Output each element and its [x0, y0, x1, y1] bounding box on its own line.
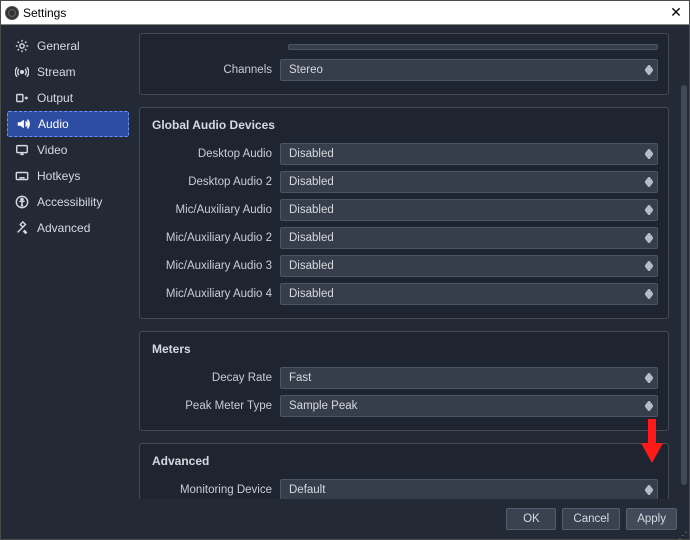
accessibility-icon — [15, 195, 29, 209]
mic1-label: Mic/Auxiliary Audio — [150, 204, 280, 216]
select-value: Disabled — [289, 204, 334, 216]
speaker-icon — [16, 117, 30, 131]
broadcast-icon — [15, 65, 29, 79]
spinner-icon — [641, 256, 657, 276]
sidebar-item-label: Output — [37, 91, 73, 105]
gear-icon — [15, 39, 29, 53]
mic1-select[interactable]: Disabled — [280, 199, 658, 221]
spinner-icon — [641, 172, 657, 192]
settings-window: Settings ✕ General Stream Output Audio — [0, 0, 690, 540]
desktop-audio2-select[interactable]: Disabled — [280, 171, 658, 193]
spinner-icon — [641, 60, 657, 80]
select-value: Fast — [289, 372, 311, 384]
apply-button[interactable]: Apply — [626, 508, 677, 530]
panel-global-audio: Global Audio Devices Desktop Audio Disabl… — [139, 107, 669, 319]
sidebar-item-label: Accessibility — [37, 195, 102, 209]
desktop-audio-label: Desktop Audio — [150, 148, 280, 160]
sidebar-item-general[interactable]: General — [7, 33, 129, 59]
select-value: Disabled — [289, 176, 334, 188]
sidebar-item-label: Video — [37, 143, 67, 157]
panel-header: Meters — [140, 332, 668, 364]
sidebar-item-advanced[interactable]: Advanced — [7, 215, 129, 241]
scrollbar[interactable] — [681, 85, 687, 485]
sidebar-item-hotkeys[interactable]: Hotkeys — [7, 163, 129, 189]
panel-advanced: Advanced Monitoring DeviceDefault Disabl… — [139, 443, 669, 499]
monitor-icon — [15, 143, 29, 157]
cropped-field — [288, 44, 658, 50]
select-value: Sample Peak — [289, 400, 357, 412]
mic3-select[interactable]: Disabled — [280, 255, 658, 277]
mic2-select[interactable]: Disabled — [280, 227, 658, 249]
cancel-button[interactable]: Cancel — [562, 508, 620, 530]
spinner-icon — [641, 144, 657, 164]
monitoring-label: Monitoring Device — [150, 484, 280, 496]
select-value: Disabled — [289, 148, 334, 160]
desktop-audio-select[interactable]: Disabled — [280, 143, 658, 165]
keyboard-icon — [15, 169, 29, 183]
panel-header: Advanced — [140, 444, 668, 476]
select-value: Disabled — [289, 288, 334, 300]
output-icon — [15, 91, 29, 105]
content-scroll[interactable]: Channels Stereo Global Audio Devices Des… — [135, 25, 677, 499]
mic3-label: Mic/Auxiliary Audio 3 — [150, 260, 280, 272]
monitoring-select[interactable]: Default — [280, 479, 658, 499]
titlebar: Settings ✕ — [1, 1, 689, 25]
select-value: Disabled — [289, 232, 334, 244]
tools-icon — [15, 221, 29, 235]
spinner-icon — [641, 200, 657, 220]
panel-meters: Meters Decay Rate Fast Peak Meter Type Sam… — [139, 331, 669, 431]
channels-select[interactable]: Stereo — [280, 59, 658, 81]
mic4-label: Mic/Auxiliary Audio 4 — [150, 288, 280, 300]
spinner-icon — [641, 228, 657, 248]
spinner-icon — [641, 396, 657, 416]
decay-rate-label: Decay Rate — [150, 372, 280, 384]
resize-grip-icon: ⋰ — [679, 530, 689, 540]
panel-header: Global Audio Devices — [140, 108, 668, 140]
window-title: Settings — [23, 6, 667, 20]
close-icon[interactable]: ✕ — [667, 4, 685, 21]
spinner-icon — [641, 480, 657, 499]
select-value: Disabled — [289, 260, 334, 272]
peak-type-select[interactable]: Sample Peak — [280, 395, 658, 417]
sidebar-item-label: General — [37, 39, 80, 53]
sidebar-item-stream[interactable]: Stream — [7, 59, 129, 85]
spinner-icon — [641, 284, 657, 304]
peak-type-label: Peak Meter Type — [150, 400, 280, 412]
sidebar-item-output[interactable]: Output — [7, 85, 129, 111]
sidebar-item-label: Hotkeys — [37, 169, 80, 183]
content-area: Channels Stereo Global Audio Devices Des… — [135, 25, 689, 499]
footer: OK Cancel Apply ⋰ — [1, 499, 689, 539]
sidebar: General Stream Output Audio Video Hotkey… — [1, 25, 135, 499]
sidebar-item-audio[interactable]: Audio — [7, 111, 129, 137]
select-value: Default — [289, 484, 325, 496]
mic2-label: Mic/Auxiliary Audio 2 — [150, 232, 280, 244]
app-icon — [5, 6, 19, 20]
sidebar-item-label: Stream — [37, 65, 76, 79]
sidebar-item-accessibility[interactable]: Accessibility — [7, 189, 129, 215]
sidebar-item-video[interactable]: Video — [7, 137, 129, 163]
spinner-icon — [641, 368, 657, 388]
mic4-select[interactable]: Disabled — [280, 283, 658, 305]
ok-button[interactable]: OK — [506, 508, 556, 530]
select-value: Stereo — [289, 64, 323, 76]
panel-general-audio: Channels Stereo — [139, 33, 669, 95]
sidebar-item-label: Advanced — [37, 221, 90, 235]
channels-label: Channels — [150, 64, 280, 76]
sidebar-item-label: Audio — [38, 117, 69, 131]
decay-rate-select[interactable]: Fast — [280, 367, 658, 389]
desktop-audio2-label: Desktop Audio 2 — [150, 176, 280, 188]
